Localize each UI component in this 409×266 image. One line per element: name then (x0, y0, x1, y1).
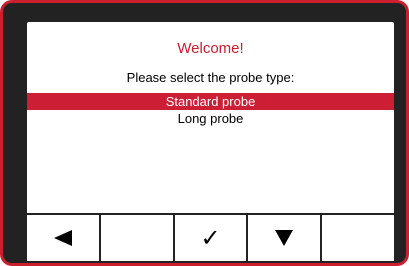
softkey-empty-1[interactable] (98, 215, 173, 261)
display-screen: Welcome! Please select the probe type: S… (27, 22, 394, 261)
softkey-down[interactable] (246, 215, 321, 261)
option-long-probe[interactable]: Long probe (27, 110, 394, 127)
option-standard-probe[interactable]: Standard probe (27, 93, 394, 110)
softkey-empty-2[interactable] (320, 215, 394, 261)
softkey-back[interactable] (27, 215, 99, 261)
device-frame: Welcome! Please select the probe type: S… (0, 0, 409, 266)
down-triangle-icon (275, 230, 294, 246)
left-triangle-icon (53, 230, 72, 246)
softkey-confirm[interactable]: ✓ (172, 215, 247, 261)
softkey-bar: ✓ (27, 213, 394, 261)
probe-type-prompt: Please select the probe type: (126, 70, 295, 85)
checkmark-icon: ✓ (200, 224, 221, 252)
probe-type-list: Standard probe Long probe (27, 93, 394, 127)
screen-title: Welcome! (177, 40, 244, 57)
